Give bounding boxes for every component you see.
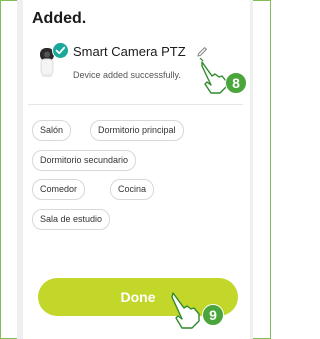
room-chip-salon[interactable]: Salón xyxy=(32,120,72,141)
room-chip-cocina[interactable]: Cocina xyxy=(110,179,155,200)
room-chip-dormitorio-secundario[interactable]: Dormitorio secundario xyxy=(32,150,137,171)
room-chip-sala-de-estudio[interactable]: Sala de estudio xyxy=(32,209,111,230)
divider xyxy=(28,104,243,105)
page-title: Added. xyxy=(32,10,87,27)
hand-pointer-icon xyxy=(171,292,200,329)
step-marker-9: 9 xyxy=(202,304,224,326)
step-marker-8: 8 xyxy=(225,72,247,94)
room-chip-comedor[interactable]: Comedor xyxy=(32,179,86,200)
device-name: Smart Camera PTZ xyxy=(73,44,186,59)
room-chip-dormitorio-principal[interactable]: Dormitorio principal xyxy=(90,120,184,141)
check-icon xyxy=(52,42,69,59)
device-status: Device added successfully. xyxy=(73,70,181,80)
